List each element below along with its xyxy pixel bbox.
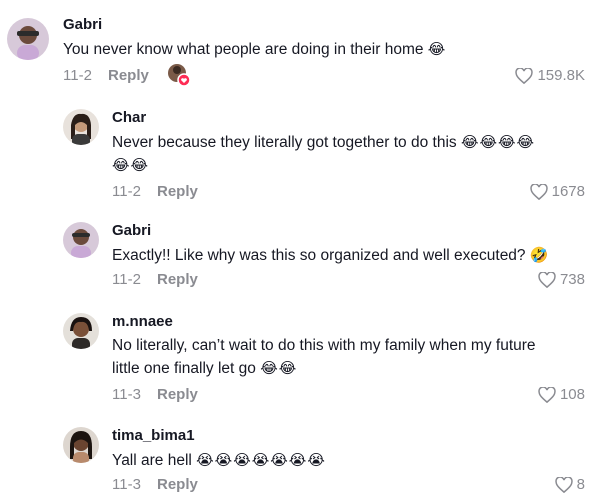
emoji: 😂😂 [112,156,150,174]
avatar[interactable] [7,18,49,60]
comment-username[interactable]: Char [112,109,591,127]
comment-item: Gabri You never know what people are doi… [0,16,591,87]
comment-text: No literally, can’t wait to do this with… [112,337,536,377]
avatar[interactable] [63,109,99,145]
like-count: 159.8K [537,67,585,84]
emoji: 😂😂😂😂 [460,133,536,151]
comment-date: 11-2 [112,271,141,288]
comment-username[interactable]: Gabri [112,222,591,240]
reply-button[interactable]: Reply [157,183,198,200]
like-button[interactable]: 8 [554,476,585,493]
like-count: 8 [576,476,585,493]
comment-text: You never know what people are doing in … [63,40,447,58]
creator-liked-badge-icon [167,63,191,87]
like-count: 738 [559,271,585,288]
heart-outline-icon [538,271,556,288]
heart-outline-icon [554,476,573,493]
reply-button[interactable]: Reply [157,271,198,288]
emoji: 😂 [427,40,447,58]
reply-button[interactable]: Reply [108,67,149,84]
like-button[interactable]: 1678 [529,183,585,200]
comment-item: tima_bima1 Yall are hell 😭😭😭😭😭😭😭 11-3 Re… [0,427,591,499]
reply-button[interactable]: Reply [157,476,198,493]
like-button[interactable]: 108 [538,386,585,403]
comment-date: 11-2 [63,67,92,84]
comment-date: 11-3 [112,476,141,493]
emoji: 😂😂 [260,359,298,377]
like-button[interactable]: 159.8K [515,67,585,84]
like-count: 1678 [551,183,585,200]
comment-text: Yall are hell 😭😭😭😭😭😭😭 [112,451,326,469]
comment-date: 11-2 [112,183,141,200]
heart-outline-icon [515,67,534,84]
heart-outline-icon [529,183,548,200]
comment-item: Char Never because they literally got to… [0,109,591,204]
like-count: 108 [559,386,585,403]
comment-username[interactable]: m.nnaee [112,313,591,331]
comment-item: m.nnaee No literally, can’t wait to do t… [0,313,591,408]
emoji: 🤣 [529,246,550,264]
comment-item: Gabri Exactly!! Like why was this so org… [0,222,591,292]
comment-username[interactable]: Gabri [63,16,591,34]
comment-meta: 11-2 Reply 738 [112,269,591,291]
avatar[interactable] [63,427,99,463]
like-button[interactable]: 738 [538,271,585,288]
avatar[interactable] [63,222,99,258]
comment-meta: 11-2 Reply 159.8K [63,63,591,87]
comment-meta: 11-3 Reply 8 [112,474,591,496]
emoji: 😭😭😭😭😭😭😭 [196,451,326,469]
heart-outline-icon [538,386,556,403]
comment-text: Exactly!! Like why was this so organized… [112,246,550,264]
comment-meta: 11-2 Reply 1678 [112,181,591,203]
comment-date: 11-3 [112,386,141,403]
comment-username[interactable]: tima_bima1 [112,427,591,445]
comment-text: Never because they literally got togethe… [112,133,536,174]
avatar[interactable] [63,313,99,349]
reply-button[interactable]: Reply [157,386,198,403]
comment-meta: 11-3 Reply 108 [112,384,591,406]
